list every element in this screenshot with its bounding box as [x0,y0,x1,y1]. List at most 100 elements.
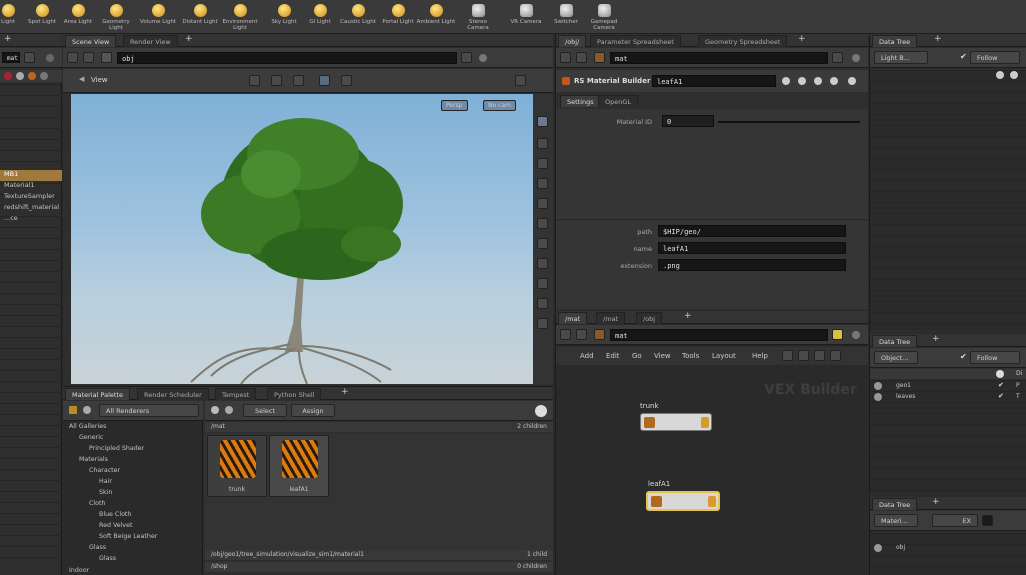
gallery-tree-item[interactable]: Glass [99,555,116,562]
network-icon[interactable] [46,54,54,62]
side-tool-icon[interactable] [537,258,548,269]
side-tool-icon[interactable] [537,278,548,289]
tab-mat-2[interactable]: /mat [596,312,626,324]
network-menu-item[interactable]: Tools [682,352,699,360]
shelf-tool-button[interactable]: Portal Light [378,4,418,25]
assign-button[interactable]: Assign [291,404,335,417]
eye-icon[interactable] [996,71,1004,79]
network-menu-item[interactable]: View [654,352,671,360]
shelf-tool-button[interactable]: Switcher [546,4,586,25]
left-path-field[interactable]: mat [2,52,20,63]
gallery-tree-item[interactable]: Red Velvet [99,522,132,529]
check-icon[interactable]: ✔ [960,52,967,61]
material-tile-leafa1[interactable]: leafA1 [269,435,329,497]
gallery-tree-item[interactable]: Glass [89,544,106,551]
network-menu-item[interactable]: Help [752,352,768,360]
side-tool-icon[interactable] [537,238,548,249]
gallery-tree-item[interactable]: Soft Beige Leather [99,533,157,540]
toggle-icon[interactable] [982,515,993,526]
tab-obj[interactable]: /obj/ [558,35,587,47]
side-tool-icon[interactable] [537,298,548,309]
link-icon[interactable] [479,54,487,62]
shelf-tool-button[interactable]: Ambient Light [416,4,456,25]
layout-icon[interactable] [798,350,809,361]
tree-item-obj[interactable]: obj [896,544,905,551]
viewport-path-field[interactable]: obj [117,52,457,64]
node-trunk[interactable] [640,413,712,431]
add-tab-icon[interactable]: + [341,387,349,397]
search-icon[interactable] [814,77,822,85]
gallery-tree-item[interactable]: Materials [79,456,108,463]
gear-icon[interactable] [782,77,790,85]
side-tool-icon[interactable] [537,198,548,209]
gallery-tree-item[interactable]: Generic [79,434,103,441]
side-tool-icon[interactable] [537,218,548,229]
mat-context-icon[interactable] [594,329,605,340]
tab-tempest[interactable]: Tempest [215,388,257,400]
list-item[interactable]: Material1 [0,181,62,192]
forward-arrow-icon[interactable] [83,52,94,63]
check-icon[interactable]: ✔ [960,352,967,361]
back-arrow-icon[interactable] [560,329,571,340]
eye-icon[interactable] [996,370,1004,378]
shelf-tool-button[interactable]: VR Camera [506,4,546,25]
add-tab-icon[interactable]: + [798,34,806,44]
tool-grey-icon[interactable] [16,72,24,80]
pin-icon[interactable] [832,329,843,340]
tree-item-geo1[interactable]: geo1 [896,382,911,389]
move-tool-icon[interactable] [271,75,282,86]
data-tree-type-dropdown[interactable]: Light B... [874,51,928,64]
question-icon[interactable] [848,77,856,85]
add-tab-icon[interactable]: + [932,334,940,344]
shelf-tool-button[interactable]: GI Light [300,4,340,25]
forward-arrow-icon[interactable] [576,52,587,63]
tool-dark-icon[interactable] [40,72,48,80]
mat-context-icon[interactable] [594,52,605,63]
add-tab-icon[interactable]: + [684,311,692,321]
follow-dropdown[interactable]: Follow [970,51,1020,64]
shelf-tool-button[interactable]: Distant Light [180,4,220,25]
shelf-tool-button[interactable]: Gamepad Camera [584,4,624,31]
shelf-tool-button[interactable]: Environment Light [220,4,260,31]
back-arrow-icon[interactable] [67,52,78,63]
viewport-canvas[interactable]: Persp No cam [71,94,533,384]
select-button[interactable]: Select [243,404,287,417]
check-icon[interactable]: ✔ [998,392,1004,400]
check-icon[interactable]: ✔ [998,381,1004,389]
add-tab-icon[interactable]: + [934,34,942,44]
display-options-icon[interactable] [515,75,526,86]
name-field[interactable]: leafA1 [658,242,846,254]
tab-obj[interactable]: /obj [636,312,663,324]
network-menu-item[interactable]: Add [580,352,594,360]
gallery-tree-item[interactable]: Character [89,467,120,474]
select-tool-icon[interactable] [249,75,260,86]
material-id-slider[interactable] [718,121,860,123]
back-icon[interactable] [24,52,35,63]
tab-data-tree[interactable]: Data Tree [872,498,918,510]
extension-field[interactable]: .png [658,259,846,271]
side-tool-icon[interactable] [537,318,548,329]
gallery-tree-item[interactable]: Cloth [89,500,105,507]
link-icon[interactable] [852,54,860,62]
list-item[interactable]: TextureSampler [0,192,62,203]
network-canvas[interactable]: VEX Builder trunk leafA1 [556,366,868,575]
forward-arrow-icon[interactable] [576,329,587,340]
node-name-field[interactable]: leafA1 [652,75,776,87]
tab-settings[interactable]: Settings [560,95,601,107]
gallery-tree-item[interactable]: Hair [99,478,112,485]
tab-data-tree[interactable]: Data Tree [872,335,918,347]
gallery-tree-item[interactable]: Skin [99,489,112,496]
path-field[interactable]: $HIP/geo/ [658,225,846,237]
gallery-tree-item[interactable]: All Galleries [69,423,106,430]
params-path-field[interactable]: mat [610,52,828,64]
list-item[interactable]: redshift_material [0,203,62,214]
object-context-icon[interactable] [101,52,112,63]
network-path-field[interactable]: mat [610,329,828,341]
handle-tool-icon[interactable] [341,75,352,86]
refresh-icon[interactable] [211,406,219,414]
side-tool-icon[interactable] [537,138,548,149]
settings-icon[interactable] [225,406,233,414]
renderer-filter-dropdown[interactable]: All Renderers [99,404,199,417]
tab-opengl[interactable]: OpenGL [598,95,639,107]
shelf-tool-button[interactable]: Sky Light [264,4,304,25]
